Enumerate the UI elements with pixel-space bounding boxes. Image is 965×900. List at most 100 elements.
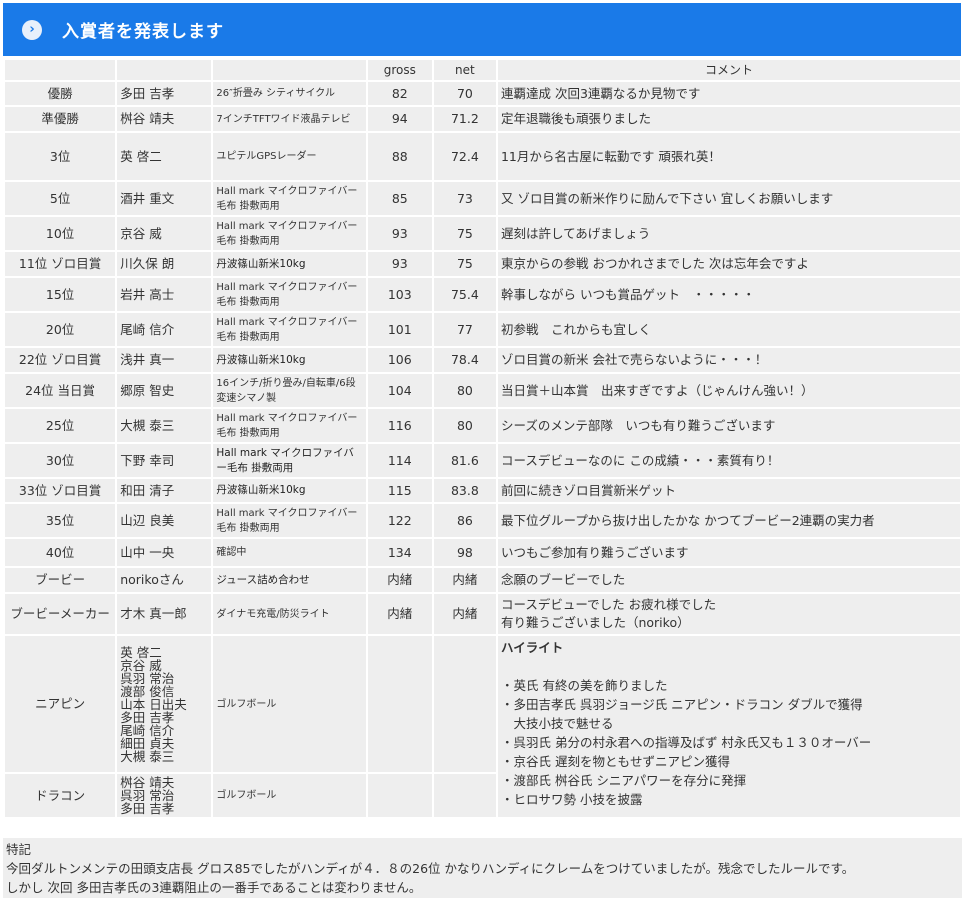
gross-cell: 88 (367, 133, 432, 180)
name-item: 尾崎 信介 (120, 722, 175, 738)
net-cell: 75 (433, 252, 496, 276)
name-cell: 郷原 智史 (117, 374, 212, 407)
header-row: gross net コメント (5, 60, 960, 80)
table-row: ブービー norikoさん ジュース詰め合わせ 内緒 内緒 念願のブービーでした (5, 568, 960, 592)
prize-cell: 確認中 (213, 539, 366, 566)
comment-cell: 連覇達成 次回3連覇なるか見物です (497, 82, 960, 105)
name-cell: 桝谷 靖夫 (117, 107, 212, 131)
net-cell: 71.2 (433, 107, 496, 131)
highlight-title: ハイライト (500, 640, 564, 655)
rank-cell: ブービーメーカー (5, 594, 116, 634)
net-cell: 98 (433, 539, 496, 566)
prize-cell: Hall mark マイクロファイバー毛布 掛敷両用 (213, 182, 366, 215)
nearpin-names: 英 啓二 京谷 威 呉羽 常治 渡部 俊信 山本 日出夫 多田 吉孝 尾崎 信介… (117, 636, 212, 772)
comment-line: 有り難うございました（noriko） (500, 615, 690, 630)
name-cell: 大槻 泰三 (117, 409, 212, 442)
comment-cell: いつもご参加有り難うございます (497, 539, 960, 566)
gross-cell: 内緒 (367, 568, 432, 592)
rank-cell: 20位 (5, 313, 116, 346)
comment-cell: 初参戦 これからも宜しく (497, 313, 960, 346)
dracon-prize: ゴルフボール (213, 774, 366, 817)
gross-cell: 内緒 (367, 594, 432, 634)
empty-cell (367, 636, 432, 772)
prize-cell: Hall mark マイクロファイバー毛布 掛敷両用 (213, 278, 366, 311)
comment-cell: 定年退職後も頑張りました (497, 107, 960, 131)
comment-cell: 念願のブービーでした (497, 568, 960, 592)
prize-cell: 26″折畳み シティサイクル (213, 82, 366, 105)
empty-cell (367, 774, 432, 817)
page-title: 入賞者を発表します (62, 22, 224, 42)
name-cell: 和田 清子 (117, 479, 212, 502)
highlight-line: 大技小技で魅せる (500, 716, 614, 731)
net-cell: 75 (433, 217, 496, 250)
name-cell: 山中 一央 (117, 539, 212, 566)
comment-cell: 前回に続きゾロ目賞新米ゲット (497, 479, 960, 502)
prize-cell: Hall mark マイクロファイバー毛布 掛敷両用 (213, 504, 366, 537)
table-row: 11位 ゾロ目賞 川久保 朗 丹波篠山新米10kg 93 75 東京からの参戦 … (5, 252, 960, 276)
results-table: gross net コメント 優勝 多田 吉孝 26″折畳み シティサイクル 8… (3, 58, 962, 819)
name-cell: 酒井 重文 (117, 182, 212, 215)
highlight-line: ・渡部氏 桝谷氏 シニアパワーを存分に発揮 (500, 773, 747, 788)
rank-cell: 優勝 (5, 82, 116, 105)
net-cell: 77 (433, 313, 496, 346)
name-cell: 英 啓二 (117, 133, 212, 180)
page-header: › 入賞者を発表します (3, 3, 961, 56)
notes-title: 特記 (6, 842, 32, 857)
highlight-line: ・呉羽氏 弟分の村永君への指導及ばず 村永氏又も１３０オーバー (500, 735, 872, 750)
name-item: 細田 貞夫 (120, 735, 175, 751)
name-cell: 浅井 真一 (117, 348, 212, 372)
col-gross: gross (367, 60, 432, 80)
gross-cell: 85 (367, 182, 432, 215)
rank-cell: 11位 ゾロ目賞 (5, 252, 116, 276)
gross-cell: 104 (367, 374, 432, 407)
net-cell: 75.4 (433, 278, 496, 311)
comment-cell: 又 ゾロ目賞の新米作りに励んで下さい 宜しくお願いします (497, 182, 960, 215)
table-row: 40位 山中 一央 確認中 134 98 いつもご参加有り難うございます (5, 539, 960, 566)
highlight-line: ・ヒロサワ勢 小技を披露 (500, 792, 643, 807)
table-row: ブービーメーカー 才木 真一郎 ダイナモ充電/防災ライト 内緒 内緒 コースデビ… (5, 594, 960, 634)
net-cell: 83.8 (433, 479, 496, 502)
name-item: 京谷 威 (120, 657, 162, 673)
gross-cell: 116 (367, 409, 432, 442)
net-cell: 86 (433, 504, 496, 537)
gross-cell: 122 (367, 504, 432, 537)
gross-cell: 106 (367, 348, 432, 372)
prize-cell: 丹波篠山新米10kg (213, 252, 366, 276)
table-row: 24位 当日賞 郷原 智史 16インチ/折り畳み/自転車/6段変速シマノ製 10… (5, 374, 960, 407)
highlight-line: ・多田吉孝氏 呉羽ジョージ氏 ニアピン・ドラコン ダブルで獲得 (500, 697, 863, 712)
gross-cell: 115 (367, 479, 432, 502)
col-comment: コメント (497, 60, 960, 80)
prize-cell: 丹波篠山新米10kg (213, 479, 366, 502)
highlight-line: ・京谷氏 遅刻を物ともせずニアピン獲得 (500, 754, 730, 769)
prize-cell: ユピテルGPSレーダー (213, 133, 366, 180)
empty-cell (433, 636, 496, 772)
comment-cell: 当日賞＋山本賞 出来すぎですよ（じゃんけん強い！） (497, 374, 960, 407)
rank-cell: 10位 (5, 217, 116, 250)
rank-cell: 40位 (5, 539, 116, 566)
comment-cell: 11月から名古屋に転勤です 頑張れ英！ (497, 133, 960, 180)
prize-cell: Hall mark マイクロファイバー毛布 掛敷両用 (213, 409, 366, 442)
name-item: 渡部 俊信 (120, 683, 175, 699)
rank-cell: 33位 ゾロ目賞 (5, 479, 116, 502)
rank-cell: 5位 (5, 182, 116, 215)
table-row: 優勝 多田 吉孝 26″折畳み シティサイクル 82 70 連覇達成 次回3連覇… (5, 82, 960, 105)
rank-cell: ブービー (5, 568, 116, 592)
comment-cell: コースデビューなのに この成績・・・素質有り！ (497, 444, 960, 477)
name-cell: 尾崎 信介 (117, 313, 212, 346)
prize-cell: ダイナモ充電/防災ライト (213, 594, 366, 634)
col-rank (5, 60, 116, 80)
table-row: 25位 大槻 泰三 Hall mark マイクロファイバー毛布 掛敷両用 116… (5, 409, 960, 442)
net-cell: 内緒 (433, 594, 496, 634)
notes-line: 今回ダルトンメンテの田頭支店長 グロス85でしたがハンディが４．８の26位 かな… (6, 861, 855, 876)
comment-line: コースデビューでした お疲れ様でした (500, 597, 717, 612)
name-cell: 岩井 高士 (117, 278, 212, 311)
empty-cell (433, 774, 496, 817)
rank-cell: 22位 ゾロ目賞 (5, 348, 116, 372)
net-cell: 内緒 (433, 568, 496, 592)
nearpin-prize: ゴルフボール (213, 636, 366, 772)
comment-cell: 最下位グループから抜け出したかな かつてブービー2連覇の実力者 (497, 504, 960, 537)
name-cell: 京谷 威 (117, 217, 212, 250)
highlight-cell: ハイライト ・英氏 有終の美を飾りました ・多田吉孝氏 呉羽ジョージ氏 ニアピン… (497, 636, 960, 817)
gross-cell: 103 (367, 278, 432, 311)
